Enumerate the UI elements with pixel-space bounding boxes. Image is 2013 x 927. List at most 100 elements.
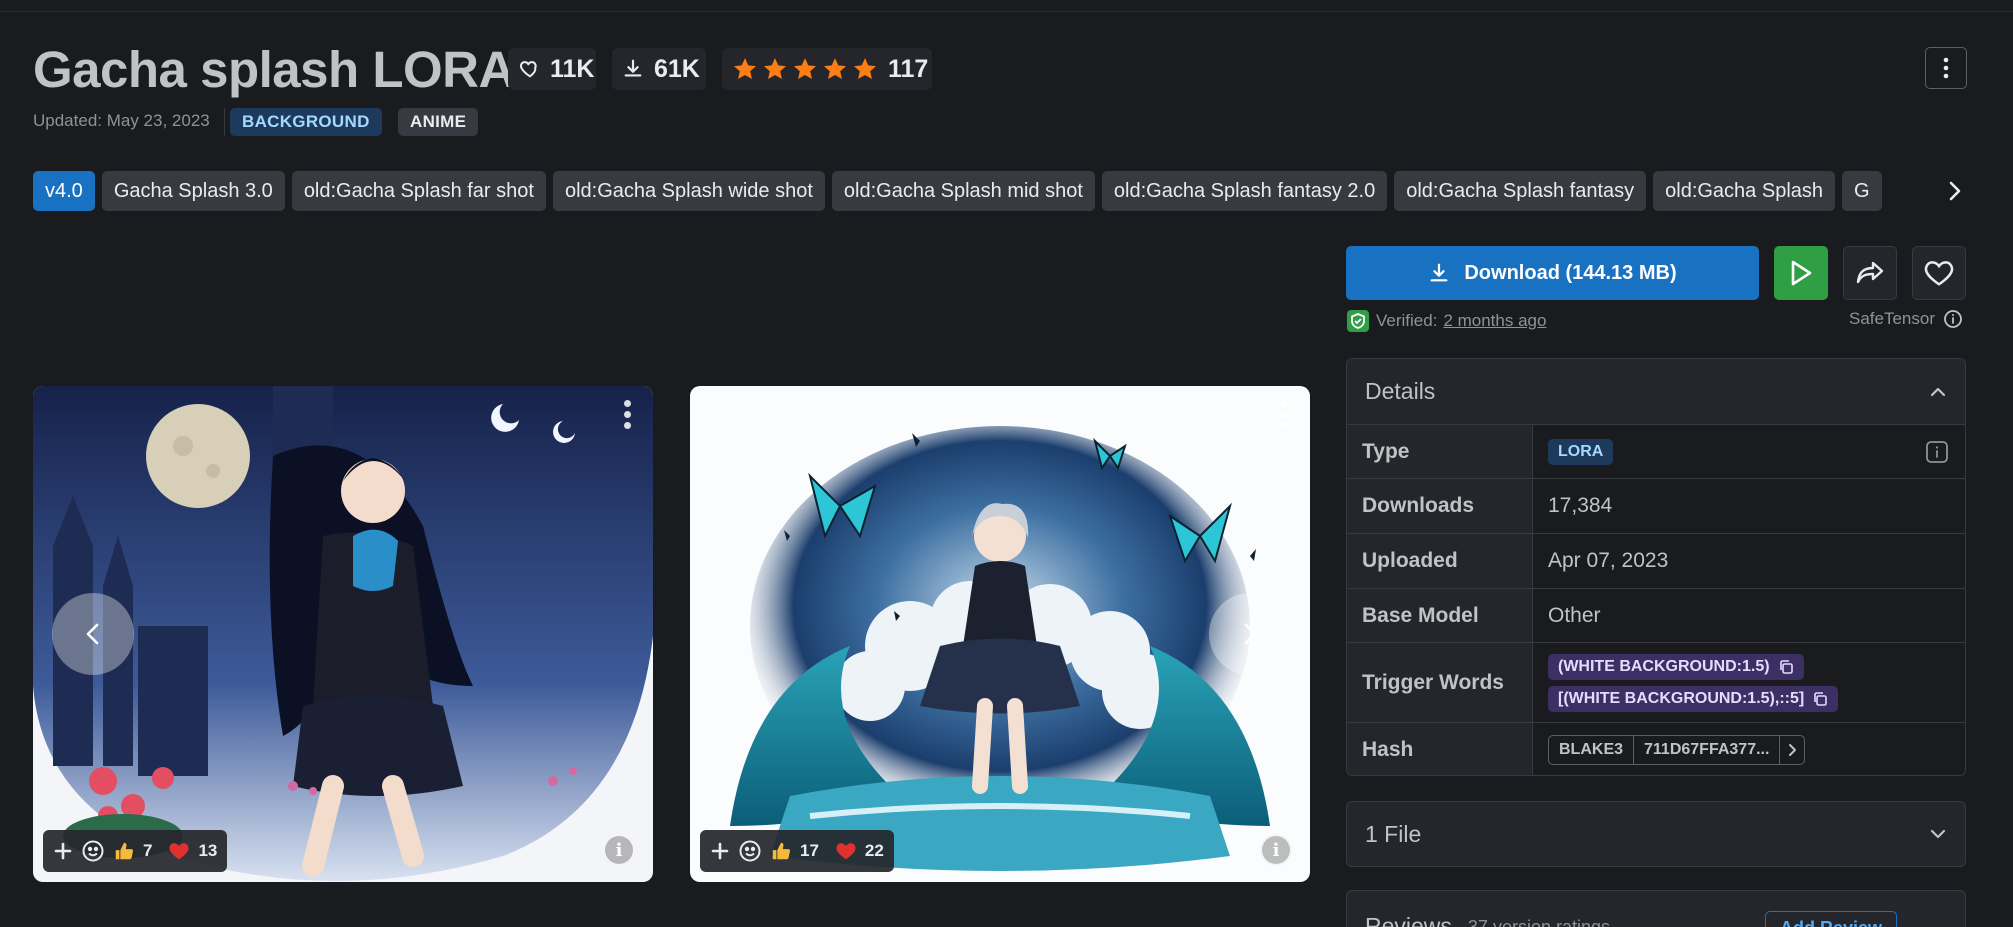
tag-badge-anime[interactable]: ANIME <box>398 108 479 136</box>
likes-stat[interactable]: 11K <box>508 48 596 90</box>
files-title: 1 File <box>1365 820 1422 847</box>
likes-count: 11K <box>550 54 595 83</box>
thumbs-up-count: 7 <box>143 841 153 860</box>
heart-outline-icon <box>518 58 540 80</box>
file-format-label: SafeTensor <box>1849 309 1935 328</box>
tag-badge-background[interactable]: BACKGROUND <box>230 108 382 136</box>
details-key: Uploaded <box>1347 534 1533 588</box>
details-row-uploaded: Uploaded Apr 07, 2023 <box>1347 534 1965 589</box>
shield-check-icon <box>1347 310 1369 332</box>
details-row-base-model: Base Model Other <box>1347 589 1965 643</box>
copy-icon[interactable] <box>1778 659 1794 675</box>
reviews-count: 37 version ratings <box>1467 917 1610 927</box>
verified-time-link[interactable]: 2 months ago <box>1443 311 1546 331</box>
chevron-up-icon <box>1930 387 1946 396</box>
reaction-bar: 17 22 <box>700 830 894 872</box>
version-tab[interactable]: old:Gacha Splash far shot <box>291 171 546 211</box>
trigger-word-text: [(WHITE BACKGROUND:1.5),::5] <box>1558 689 1805 707</box>
updated-date: Updated: May 23, 2023 <box>33 111 210 130</box>
download-button[interactable]: Download (144.13 MB) <box>1346 246 1759 300</box>
details-panel: Details Type LORA Downloads 17,384 Uploa… <box>1346 358 1966 776</box>
share-icon <box>1856 261 1884 284</box>
run-button[interactable] <box>1774 246 1828 300</box>
carousel-prev-button[interactable] <box>52 593 134 675</box>
details-title: Details <box>1365 378 1436 404</box>
details-header[interactable]: Details <box>1347 359 1965 425</box>
rating-stars <box>732 56 878 82</box>
version-tab[interactable]: old:Gacha Splash <box>1653 171 1836 211</box>
details-key: Downloads <box>1347 479 1533 533</box>
chevron-right-icon <box>1789 744 1797 756</box>
version-tab[interactable]: Gacha Splash 3.0 <box>101 171 285 211</box>
more-vertical-icon <box>1943 57 1949 79</box>
thumbs-up-count: 17 <box>800 841 819 860</box>
details-value: Apr 07, 2023 <box>1548 549 1669 572</box>
details-key: Type <box>1347 425 1533 478</box>
versions-scroll-right[interactable] <box>1921 171 1969 211</box>
more-menu-button[interactable] <box>1925 47 1967 89</box>
thumbs-up-icon[interactable] <box>770 840 792 862</box>
image-info-icon[interactable]: i <box>603 834 635 866</box>
version-tab[interactable]: old:Gacha Splash fantasy <box>1394 171 1647 211</box>
trigger-word-list: (WHITE BACKGROUND:1.5) [(WHITE BACKGROUN… <box>1548 653 1839 712</box>
verified-label: Verified: <box>1376 311 1438 330</box>
version-tab[interactable]: old:Gacha Splash fantasy 2.0 <box>1101 171 1388 211</box>
add-reaction-icon[interactable] <box>53 841 73 861</box>
verified-status: Verified: 2 months ago <box>1346 309 1546 333</box>
download-icon <box>1430 263 1448 282</box>
hash-value[interactable]: 711D67FFA377... <box>1634 736 1781 764</box>
info-icon[interactable] <box>1925 440 1949 464</box>
top-divider <box>0 11 2013 12</box>
heart-icon[interactable] <box>835 840 857 862</box>
details-row-type: Type LORA <box>1347 425 1965 479</box>
play-icon <box>1791 260 1812 286</box>
details-key: Hash <box>1347 723 1533 775</box>
heart-outline-icon <box>1924 261 1954 286</box>
hash-next-button[interactable] <box>1780 736 1804 764</box>
rating-stat[interactable]: 117 <box>722 48 932 90</box>
downloads-stat[interactable]: 61K <box>612 48 706 90</box>
details-row-trigger-words: Trigger Words (WHITE BACKGROUND:1.5) [(W… <box>1347 643 1965 723</box>
carousel-next-button[interactable] <box>1209 593 1291 675</box>
version-tab[interactable]: G <box>1842 171 1882 211</box>
page-title: Gacha splash LORA <box>33 41 515 98</box>
heart-count: 22 <box>864 841 884 860</box>
image-info-icon[interactable]: i <box>1260 834 1292 866</box>
hash-box[interactable]: BLAKE3 711D67FFA377... <box>1548 735 1806 765</box>
star-icon <box>823 58 847 79</box>
star-icon <box>763 58 787 79</box>
trigger-word[interactable]: (WHITE BACKGROUND:1.5) <box>1548 653 1804 680</box>
trigger-word[interactable]: [(WHITE BACKGROUND:1.5),::5] <box>1548 685 1839 712</box>
image-menu-dots-icon[interactable] <box>624 400 631 429</box>
chevron-left-icon <box>86 623 99 645</box>
info-icon[interactable] <box>1943 309 1963 329</box>
add-reaction-icon[interactable] <box>710 841 730 861</box>
details-key: Base Model <box>1347 589 1533 642</box>
chevron-down-icon <box>1930 829 1946 839</box>
image-menu-dots-icon[interactable] <box>1281 400 1288 429</box>
download-label: Download (144.13 MB) <box>1464 261 1677 284</box>
reviews-title: Reviews <box>1365 913 1452 927</box>
trigger-word-text: (WHITE BACKGROUND:1.5) <box>1558 657 1770 675</box>
add-review-button[interactable]: Add Review <box>1765 911 1898 927</box>
type-badge: LORA <box>1548 438 1614 465</box>
thumbs-up-icon[interactable] <box>113 840 135 862</box>
share-button[interactable] <box>1843 246 1897 300</box>
version-tabs: v4.0 Gacha Splash 3.0 old:Gacha Splash f… <box>33 171 1969 211</box>
star-icon <box>733 58 757 79</box>
download-icon <box>622 58 644 80</box>
rating-count: 117 <box>888 54 929 83</box>
version-tab[interactable]: v4.0 <box>33 171 95 211</box>
version-tab[interactable]: old:Gacha Splash wide shot <box>552 171 825 211</box>
downloads-count: 61K <box>654 54 700 83</box>
reviews-panel: Reviews 37 version ratings Add Review <box>1346 890 1966 927</box>
hash-algorithm[interactable]: BLAKE3 <box>1549 736 1635 764</box>
details-key: Trigger Words <box>1347 643 1533 722</box>
emoji-icon[interactable] <box>81 839 105 863</box>
emoji-icon[interactable] <box>738 839 762 863</box>
version-tab[interactable]: old:Gacha Splash mid shot <box>831 171 1095 211</box>
files-panel-header[interactable]: 1 File <box>1346 801 1966 867</box>
copy-icon[interactable] <box>1812 691 1828 707</box>
heart-icon[interactable] <box>168 840 190 862</box>
favorite-button[interactable] <box>1912 246 1966 300</box>
